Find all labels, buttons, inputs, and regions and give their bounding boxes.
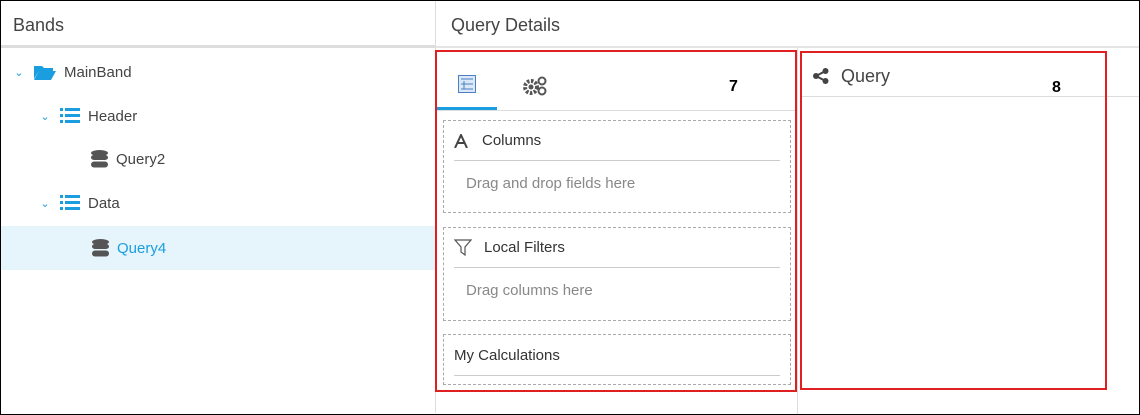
tree-item-query2[interactable]: Query2 xyxy=(0,139,434,179)
tree-item-mainband[interactable]: ⌄ MainBand xyxy=(0,52,434,92)
tree-item-data[interactable]: ⌄ Data xyxy=(0,183,434,223)
bands-title: Bands xyxy=(1,1,435,48)
tree-label: Header xyxy=(88,107,138,125)
annotation-box-7 xyxy=(435,50,797,392)
chevron-down-icon[interactable]: ⌄ xyxy=(12,66,26,79)
annotation-label-8: 8 xyxy=(1052,79,1061,96)
list-icon xyxy=(60,108,80,124)
database-icon xyxy=(91,150,108,168)
annotation-label-7: 7 xyxy=(729,78,738,95)
chevron-down-icon[interactable]: ⌄ xyxy=(38,110,52,123)
divider xyxy=(797,48,798,414)
chevron-down-icon[interactable]: ⌄ xyxy=(38,197,52,210)
tree-label: MainBand xyxy=(64,63,132,81)
tree-label: Query4 xyxy=(117,239,167,257)
list-icon xyxy=(60,195,80,211)
tree-item-header[interactable]: ⌄ Header xyxy=(0,96,434,136)
tree-label: Data xyxy=(88,194,120,212)
query-details-title: Query Details xyxy=(436,1,1139,48)
folder-open-icon xyxy=(34,64,56,80)
tree-label: Query2 xyxy=(116,150,166,168)
database-icon xyxy=(92,239,109,257)
annotation-box-8 xyxy=(800,51,1107,390)
tree-item-query4[interactable]: Query4 xyxy=(1,226,435,270)
